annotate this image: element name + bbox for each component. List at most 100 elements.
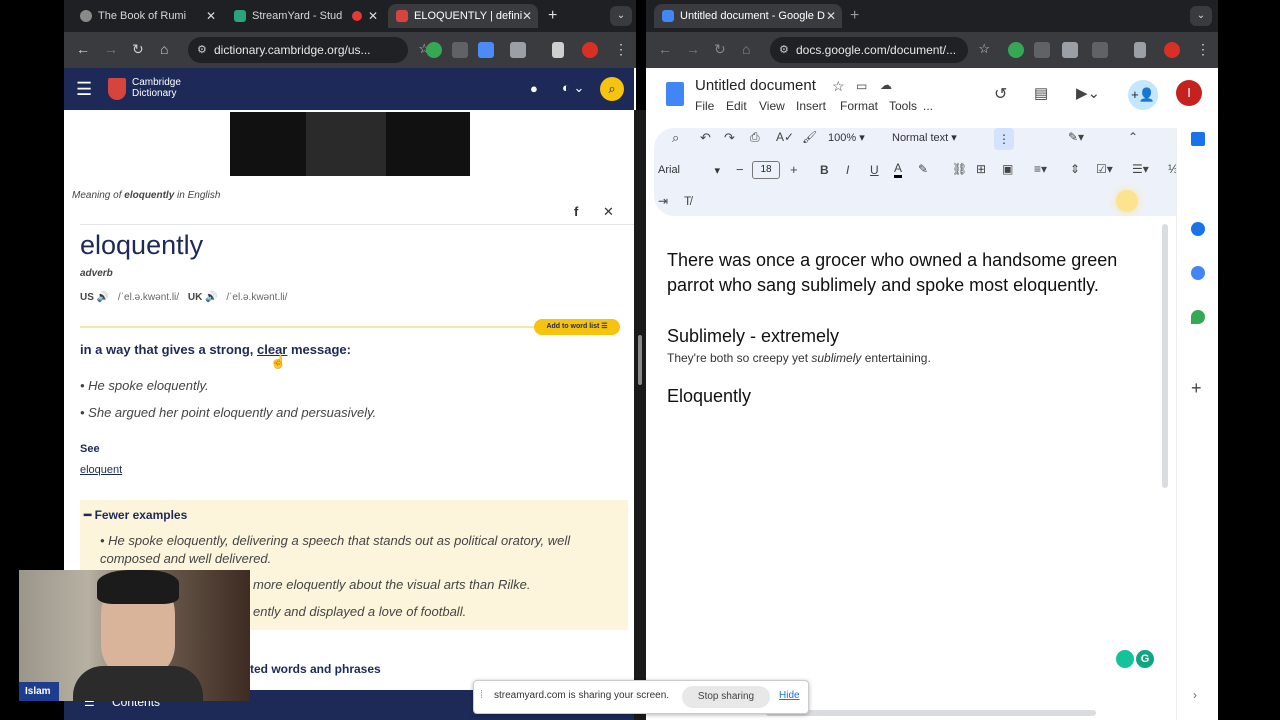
stop-sharing-button[interactable]: Stop sharing xyxy=(682,686,770,708)
more-toolbar-icon[interactable]: ⋮ xyxy=(994,128,1014,150)
fewer-examples-toggle[interactable]: ━ Fewer examples xyxy=(84,508,187,522)
address-bar[interactable]: ⚙ dictionary.cambridge.org/us... ☆ xyxy=(188,37,430,63)
close-icon[interactable]: ✕ xyxy=(368,9,378,23)
doc-paragraph[interactable]: There was once a grocer who owned a hand… xyxy=(667,248,1159,298)
grammarly-icon[interactable] xyxy=(1116,650,1134,668)
reload-icon[interactable]: ↻ xyxy=(132,41,144,58)
menu-edit[interactable]: Edit xyxy=(726,99,747,113)
new-tab-icon[interactable]: + xyxy=(850,7,859,25)
tab-rumi[interactable]: The Book of Rumi ✕ xyxy=(72,4,222,28)
close-icon[interactable]: ✕ xyxy=(206,9,216,23)
language-globe-icon[interactable]: ◐ ⌄ xyxy=(562,80,584,96)
hide-link[interactable]: Hide xyxy=(779,690,800,701)
zoom-select[interactable]: 100% ▾ xyxy=(828,131,865,144)
drag-handle-icon[interactable]: ⁞ xyxy=(480,689,483,701)
menu-more[interactable]: ... xyxy=(923,99,933,113)
collapse-panel-icon[interactable]: › xyxy=(1193,688,1197,702)
extensions-puzzle-icon[interactable] xyxy=(510,42,526,58)
decrease-font-icon[interactable]: − xyxy=(736,162,744,177)
menu-insert[interactable]: Insert xyxy=(796,99,826,113)
video-thumbnail[interactable] xyxy=(230,112,470,176)
doc-scrollbar[interactable] xyxy=(1162,224,1168,488)
see-link-eloquent[interactable]: eloquent xyxy=(80,464,122,476)
search-menus-icon[interactable]: ⌕ xyxy=(672,130,679,146)
star-icon[interactable]: ☆ xyxy=(832,78,845,95)
extension-icon[interactable] xyxy=(426,42,442,58)
facebook-icon[interactable]: f xyxy=(574,204,578,219)
doc-sentence[interactable]: They're both so creepy yet sublimely ent… xyxy=(667,351,931,365)
menu-view[interactable]: View xyxy=(759,99,785,113)
tab-google-docs[interactable]: Untitled document - Google D ✕ xyxy=(654,4,842,28)
italic-icon[interactable]: I xyxy=(846,163,849,177)
close-icon[interactable]: ✕ xyxy=(826,9,836,23)
text-color-icon[interactable]: A xyxy=(894,161,903,178)
back-icon[interactable]: ← xyxy=(76,41,90,57)
related-words-heading[interactable]: ted words and phrases xyxy=(250,662,381,676)
speaker-icon[interactable]: 🔊 xyxy=(205,292,217,303)
profile-avatar[interactable] xyxy=(1164,42,1180,58)
home-icon[interactable]: ⌂ xyxy=(160,41,168,57)
version-history-icon[interactable]: ↺ xyxy=(994,84,1007,104)
x-twitter-icon[interactable]: ✕ xyxy=(603,204,614,220)
extension-icon[interactable] xyxy=(452,42,468,58)
doc-heading-sublimely[interactable]: Sublimely - extremely xyxy=(667,326,839,347)
reload-icon[interactable]: ↻ xyxy=(714,41,726,58)
extensions-puzzle-icon[interactable] xyxy=(1092,42,1108,58)
menu-format[interactable]: Format xyxy=(840,99,878,113)
document-page[interactable]: There was once a grocer who owned a hand… xyxy=(646,224,1168,720)
redo-icon[interactable]: ↷ xyxy=(724,130,735,146)
grammarly-g-icon[interactable]: G xyxy=(1136,650,1154,668)
account-avatar[interactable]: I xyxy=(1176,80,1202,106)
sidepanel-icon[interactable] xyxy=(1134,42,1146,58)
extension-icon[interactable] xyxy=(478,42,494,58)
hide-menus-icon[interactable]: ⌃ xyxy=(1128,130,1138,144)
home-icon[interactable]: ⌂ xyxy=(742,41,750,57)
menu-kebab-icon[interactable]: ⋮ xyxy=(614,41,628,58)
menu-tools[interactable]: Tools xyxy=(889,99,917,113)
move-folder-icon[interactable]: ▭ xyxy=(856,79,867,93)
back-icon[interactable]: ← xyxy=(658,41,672,57)
menu-file[interactable]: File xyxy=(695,99,714,113)
tab-search-icon[interactable]: ⌄ xyxy=(610,6,632,26)
close-icon[interactable]: ✕ xyxy=(522,9,532,23)
editing-mode-icon[interactable]: ✎▾ xyxy=(1068,130,1084,144)
indent-icon[interactable]: ⇥ xyxy=(658,194,668,208)
add-addon-icon[interactable]: + xyxy=(1191,378,1202,399)
maps-icon[interactable] xyxy=(1191,310,1205,324)
clear-formatting-icon[interactable]: T̸ xyxy=(684,194,691,208)
menu-kebab-icon[interactable]: ⋮ xyxy=(1196,41,1210,58)
paragraph-style-select[interactable]: Normal text ▾ xyxy=(892,131,957,144)
meet-icon[interactable]: ▶⌄ xyxy=(1076,84,1100,102)
print-icon[interactable]: ⎙ xyxy=(750,130,760,145)
add-comment-icon[interactable]: ⊞ xyxy=(976,162,986,176)
contacts-icon[interactable] xyxy=(1191,266,1205,280)
font-size-input[interactable]: 18 xyxy=(752,161,780,179)
paint-format-icon[interactable]: 🖌 xyxy=(802,130,817,144)
link-icon[interactable]: ⛓ xyxy=(952,162,967,176)
line-spacing-icon[interactable]: ⇕ xyxy=(1070,162,1080,176)
spellcheck-icon[interactable]: A✓ xyxy=(776,130,794,144)
extension-icon[interactable] xyxy=(1034,42,1050,58)
left-scrollbar-thumb[interactable] xyxy=(638,335,642,385)
extension-icon[interactable] xyxy=(1062,42,1078,58)
speaker-icon[interactable]: 🔊 xyxy=(97,292,109,303)
bookmark-star-icon[interactable]: ☆ xyxy=(978,41,990,57)
bulleted-list-icon[interactable]: ☰▾ xyxy=(1132,162,1149,176)
align-icon[interactable]: ≡▾ xyxy=(1034,162,1047,176)
insert-image-icon[interactable]: ▣ xyxy=(1002,162,1013,176)
add-to-word-list-button[interactable]: Add to word list ☰ xyxy=(534,319,620,335)
document-title[interactable]: Untitled document xyxy=(695,77,816,94)
share-button[interactable]: +👤 xyxy=(1128,80,1158,110)
new-tab-icon[interactable]: + xyxy=(548,7,557,25)
docs-logo-icon[interactable] xyxy=(666,82,684,106)
bold-icon[interactable]: B xyxy=(820,163,829,177)
tab-search-icon[interactable]: ⌄ xyxy=(1190,6,1212,26)
user-icon[interactable]: ● xyxy=(530,81,538,96)
cambridge-logo[interactable]: Cambridge Dictionary xyxy=(132,77,181,99)
tab-cambridge[interactable]: ELOQUENTLY | defini ✕ xyxy=(388,4,538,28)
forward-icon[interactable]: → xyxy=(686,41,700,57)
horizontal-scrollbar[interactable] xyxy=(766,710,1096,716)
doc-heading-eloquently[interactable]: Eloquently xyxy=(667,386,751,407)
tasks-icon[interactable] xyxy=(1191,222,1205,236)
underline-icon[interactable]: U xyxy=(870,163,879,177)
